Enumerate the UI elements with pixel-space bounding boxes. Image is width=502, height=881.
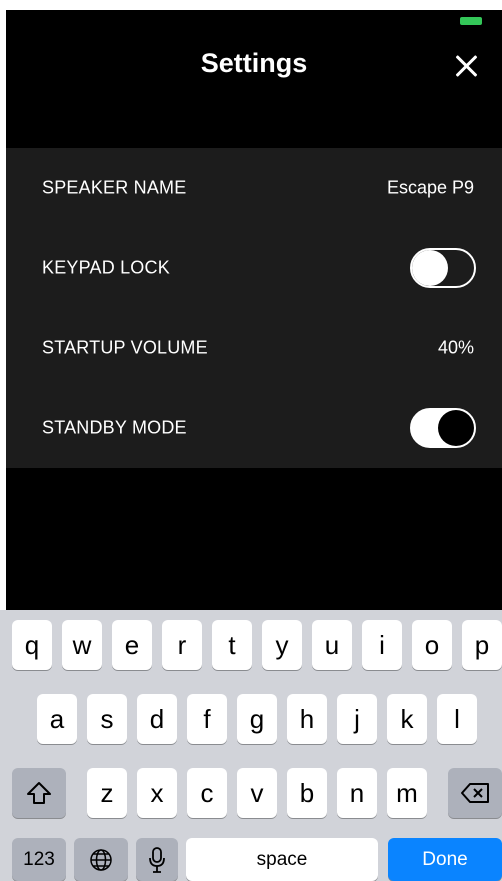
startup-volume-label: STARTUP VOLUME [42, 337, 208, 358]
key-q[interactable]: q [12, 620, 52, 670]
delete-key[interactable] [448, 768, 502, 818]
backspace-icon [461, 783, 489, 803]
key-m[interactable]: m [387, 768, 427, 818]
toggle-knob [412, 250, 448, 286]
toggle-knob [438, 410, 474, 446]
speaker-name-label: SPEAKER NAME [42, 177, 187, 198]
speaker-name-value[interactable]: Escape P9 [387, 178, 474, 199]
microphone-key[interactable] [136, 838, 178, 881]
space-key[interactable]: space [186, 838, 378, 881]
key-r[interactable]: r [162, 620, 202, 670]
setting-row-standby-mode: STANDBY MODE [6, 388, 502, 468]
startup-volume-value[interactable]: 40% [438, 338, 474, 359]
shift-icon [27, 782, 51, 804]
shift-key[interactable] [12, 768, 66, 818]
microphone-icon [149, 846, 165, 873]
key-s[interactable]: s [87, 694, 127, 744]
key-g[interactable]: g [237, 694, 277, 744]
key-u[interactable]: u [312, 620, 352, 670]
key-v[interactable]: v [237, 768, 277, 818]
settings-screen: Settings SPEAKER NAME Escape P9 KEYPAD L… [0, 0, 502, 881]
key-x[interactable]: x [137, 768, 177, 818]
key-n[interactable]: n [337, 768, 377, 818]
key-j[interactable]: j [337, 694, 377, 744]
key-w[interactable]: w [62, 620, 102, 670]
keyboard: q w e r t y u i o p a s d f g h j k l z … [0, 610, 502, 881]
keypad-lock-toggle[interactable] [410, 248, 476, 288]
key-d[interactable]: d [137, 694, 177, 744]
close-icon[interactable] [452, 52, 480, 80]
key-k[interactable]: k [387, 694, 427, 744]
key-z[interactable]: z [87, 768, 127, 818]
numbers-key[interactable]: 123 [12, 838, 66, 881]
key-h[interactable]: h [287, 694, 327, 744]
key-y[interactable]: y [262, 620, 302, 670]
setting-row-speaker-name[interactable]: SPEAKER NAME Escape P9 [6, 148, 502, 228]
key-f[interactable]: f [187, 694, 227, 744]
settings-panel: SPEAKER NAME Escape P9 KEYPAD LOCK START… [6, 148, 502, 468]
key-b[interactable]: b [287, 768, 327, 818]
done-button[interactable]: Done [388, 838, 502, 881]
setting-row-keypad-lock: KEYPAD LOCK [6, 228, 502, 308]
key-c[interactable]: c [187, 768, 227, 818]
key-e[interactable]: e [112, 620, 152, 670]
standby-mode-toggle[interactable] [410, 408, 476, 448]
globe-key[interactable] [74, 838, 128, 881]
standby-mode-label: STANDBY MODE [42, 417, 187, 438]
key-t[interactable]: t [212, 620, 252, 670]
key-i[interactable]: i [362, 620, 402, 670]
battery-icon [460, 17, 482, 25]
key-p[interactable]: p [462, 620, 502, 670]
globe-icon [90, 848, 112, 871]
key-l[interactable]: l [437, 694, 477, 744]
page-title: Settings [200, 48, 308, 78]
setting-row-startup-volume[interactable]: STARTUP VOLUME 40% [6, 308, 502, 388]
key-a[interactable]: a [37, 694, 77, 744]
keypad-lock-label: KEYPAD LOCK [42, 257, 170, 278]
app-area: Settings SPEAKER NAME Escape P9 KEYPAD L… [6, 10, 502, 610]
key-o[interactable]: o [412, 620, 452, 670]
